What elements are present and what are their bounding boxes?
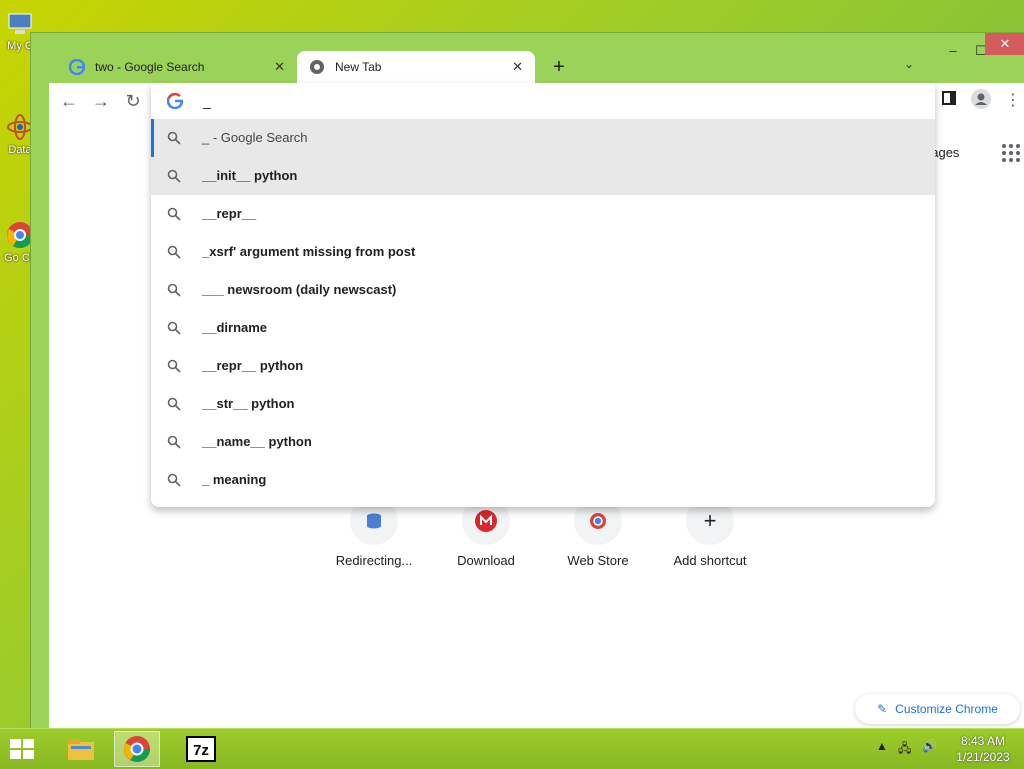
shortcut-label: Add shortcut [673, 553, 747, 568]
search-icon [167, 131, 181, 145]
clock-time: 8:43 AM [960, 734, 1006, 748]
svg-text:7z: 7z [193, 742, 209, 759]
shortcut-add[interactable]: + Add shortcut [665, 497, 755, 568]
suggestion-text: __name__ python [202, 434, 312, 449]
back-icon[interactable]: ← [57, 89, 81, 113]
file-explorer-icon[interactable] [58, 731, 104, 767]
pencil-icon: ✎ [877, 702, 888, 716]
shortcut-label: Redirecting... [335, 553, 413, 568]
menu-icon[interactable]: ⋮ [1001, 89, 1024, 113]
minimize-button[interactable]: – [941, 43, 965, 59]
suggestion-row[interactable]: __name__ python [151, 423, 935, 461]
windows-start-icon[interactable] [8, 737, 38, 763]
suggestion-text: __str__ python [202, 396, 295, 411]
system-clock[interactable]: 8:43 AM 1/21/2023 [948, 733, 1018, 765]
omnibox-input[interactable]: _ [151, 83, 935, 119]
suggestion-text: _ meaning [202, 472, 267, 487]
suggestion-row[interactable]: __repr__ [151, 195, 935, 233]
search-icon [167, 321, 181, 335]
shortcut-web-store[interactable]: Web Store [553, 497, 643, 568]
close-window-button[interactable]: ✕ [985, 33, 1024, 55]
reload-icon[interactable]: ↻ [121, 89, 145, 113]
search-icon [167, 283, 181, 297]
suggestion-row[interactable]: __str__ python [151, 385, 935, 423]
search-icon [167, 207, 181, 221]
selection-indicator [151, 119, 154, 157]
suggestion-row[interactable]: __init__ python [151, 157, 935, 195]
customize-chrome-button[interactable]: ✎ Customize Chrome [855, 694, 1020, 724]
suggestion-row[interactable]: __dirname [151, 309, 935, 347]
suggestion-row[interactable]: _xsrf' argument missing from post [151, 233, 935, 271]
tab-new-tab[interactable]: New Tab ✕ [297, 51, 535, 83]
tab-google-search[interactable]: two - Google Search ✕ [57, 51, 297, 83]
google-icon [69, 59, 85, 75]
network-icon[interactable]: 🖧 [898, 739, 911, 760]
side-panel-icon[interactable] [937, 89, 961, 113]
desktop-icon-label: Data [8, 144, 32, 156]
suggestion-text: _xsrf' argument missing from post [202, 244, 416, 259]
search-icon [167, 473, 181, 487]
apps-grid-icon[interactable] [1001, 143, 1021, 163]
taskbar: 7z ▲ 🖧 🔊 8:43 AM 1/21/2023 [0, 728, 1024, 769]
suggestion-row[interactable]: _ meaning [151, 461, 935, 499]
search-icon [167, 435, 181, 449]
chrome-taskbar-icon[interactable] [114, 731, 160, 767]
shortcut-label: Download [457, 553, 515, 568]
shortcut-redirecting[interactable]: Redirecting... [329, 497, 419, 568]
suggestion-text: __dirname [202, 320, 268, 335]
chrome-icon [310, 60, 324, 74]
search-icon [167, 397, 181, 411]
suggestion-text: _ - Google Search [202, 130, 308, 145]
suggestion-text: __repr__ [202, 206, 257, 221]
desktop-icon-label: My C [7, 40, 33, 52]
new-tab-button[interactable]: + [547, 55, 571, 79]
forward-icon[interactable]: → [89, 89, 113, 113]
7zip-icon[interactable]: 7z [178, 731, 224, 767]
clock-date: 1/21/2023 [956, 750, 1010, 764]
chrome-window: two - Google Search ✕ New Tab ✕ + ⌄ – ☐ … [30, 32, 1024, 734]
suggestion-text: ___ newsroom (daily newscast) [202, 282, 397, 297]
volume-icon[interactable]: 🔊 [922, 739, 937, 753]
google-icon [167, 93, 183, 109]
shortcut-label: Web Store [567, 553, 629, 568]
search-icon [167, 169, 181, 183]
suggestion-text: __init__ python [202, 168, 298, 183]
tab-title: two - Google Search [95, 60, 205, 74]
omnibox-value[interactable]: _ [203, 93, 211, 109]
close-icon[interactable]: ✕ [512, 59, 523, 75]
chevron-down-icon[interactable]: ⌄ [904, 57, 914, 71]
customize-label: Customize Chrome [895, 702, 998, 716]
suggestion-row[interactable]: __repr__ python [151, 347, 935, 385]
tab-title: New Tab [335, 60, 382, 74]
close-icon[interactable]: ✕ [274, 59, 285, 75]
suggestion-row[interactable]: ___ newsroom (daily newscast) [151, 271, 935, 309]
omnibox-dropdown: _ _ - Google Search __init__ python __re… [151, 83, 935, 507]
profile-icon[interactable] [969, 89, 993, 113]
shortcut-download[interactable]: Download [441, 497, 531, 568]
suggestion-row[interactable]: _ - Google Search [151, 119, 935, 157]
suggestion-text: __repr__ python [202, 358, 304, 373]
show-hidden-icons-icon[interactable]: ▲ [876, 739, 888, 753]
search-icon [167, 245, 181, 259]
search-icon [167, 359, 181, 373]
